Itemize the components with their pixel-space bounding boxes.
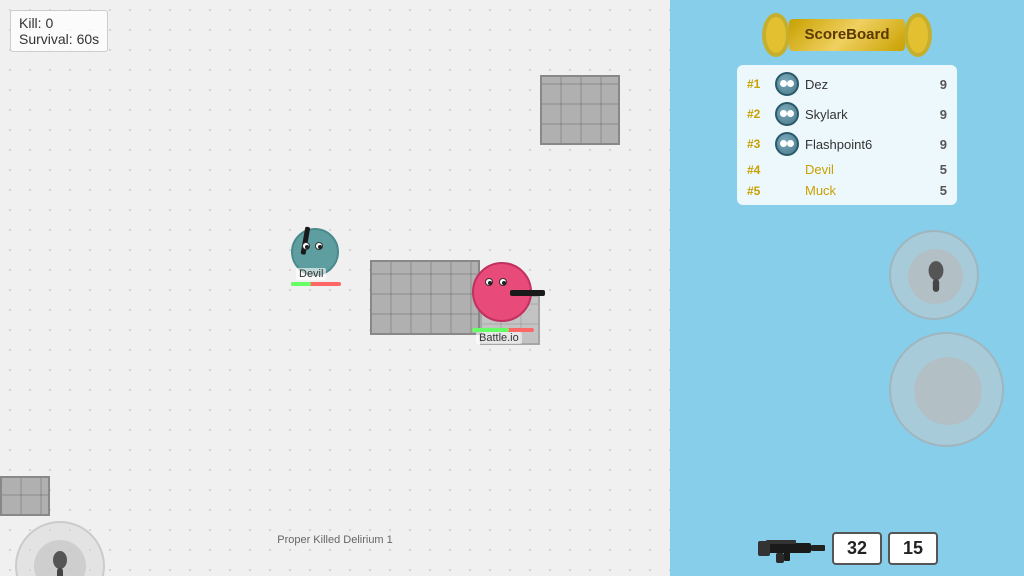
ammo-count: 32 xyxy=(832,532,882,565)
weapon-icon xyxy=(756,531,826,566)
score-row-3: #3 Flashpoint6 9 xyxy=(745,129,949,159)
score-table: #1 Dez 9 #2 Skylark 9 #3 Flashpoint6 9 xyxy=(737,65,957,205)
avatar-3 xyxy=(775,132,799,156)
right-controls xyxy=(889,230,1004,447)
score-1: 9 xyxy=(940,77,947,92)
stone-block-2 xyxy=(370,260,480,335)
right-gun-joystick-outer[interactable] xyxy=(889,230,979,320)
devil-health xyxy=(291,282,341,286)
name-5: Muck xyxy=(805,183,934,198)
rank-1: #1 xyxy=(747,77,769,91)
score-row-5: #5 Muck 5 xyxy=(745,180,949,201)
rank-5: #5 xyxy=(747,184,769,198)
right-move-joystick-inner[interactable] xyxy=(914,357,982,425)
score-row-2: #2 Skylark 9 xyxy=(745,99,949,129)
name-4: Devil xyxy=(805,162,934,177)
rank-2: #2 xyxy=(747,107,769,121)
name-1: Dez xyxy=(805,77,934,92)
gun-joystick-icon xyxy=(44,550,76,576)
ui-panel: ScoreBoard #1 Dez 9 xyxy=(670,0,1024,576)
score-row-1: #1 Dez 9 xyxy=(745,69,949,99)
score-5: 5 xyxy=(940,183,947,198)
weapon-bar: 32 15 xyxy=(756,531,938,566)
battleio-label: Battle.io xyxy=(476,332,522,344)
score-3: 9 xyxy=(940,137,947,152)
reserve-ammo: 15 xyxy=(888,532,938,565)
kill-message: Proper Killed Delirium 1 xyxy=(277,534,393,546)
rank-4: #4 xyxy=(747,163,769,177)
avatar-2 xyxy=(775,102,799,126)
survival-stat: Survival: 60s xyxy=(19,31,99,47)
score-4: 5 xyxy=(940,162,947,177)
rank-3: #3 xyxy=(747,137,769,151)
stats-box: Kill: 0 Survival: 60s xyxy=(10,10,108,52)
name-2: Skylark xyxy=(805,107,934,122)
player-battleio xyxy=(472,262,532,322)
right-move-joystick-outer[interactable] xyxy=(889,332,1004,447)
scoreboard-title: ScoreBoard xyxy=(804,26,889,43)
stone-block-4 xyxy=(0,476,50,516)
right-decoration xyxy=(900,10,935,60)
right-gun-icon xyxy=(919,260,953,294)
kill-stat: Kill: 0 xyxy=(19,15,99,31)
name-3: Flashpoint6 xyxy=(805,137,934,152)
devil-label: Devil xyxy=(296,268,326,280)
game-panel: Kill: 0 Survival: 60s Devil xyxy=(0,0,670,576)
scoreboard: ScoreBoard #1 Dez 9 xyxy=(737,10,957,205)
right-gun-joystick-inner[interactable] xyxy=(908,249,963,304)
scoreboard-banner: ScoreBoard xyxy=(737,10,957,60)
score-row-4: #4 Devil 5 xyxy=(745,159,949,180)
stone-block-1 xyxy=(540,75,620,145)
avatar-1 xyxy=(775,72,799,96)
score-2: 9 xyxy=(940,107,947,122)
